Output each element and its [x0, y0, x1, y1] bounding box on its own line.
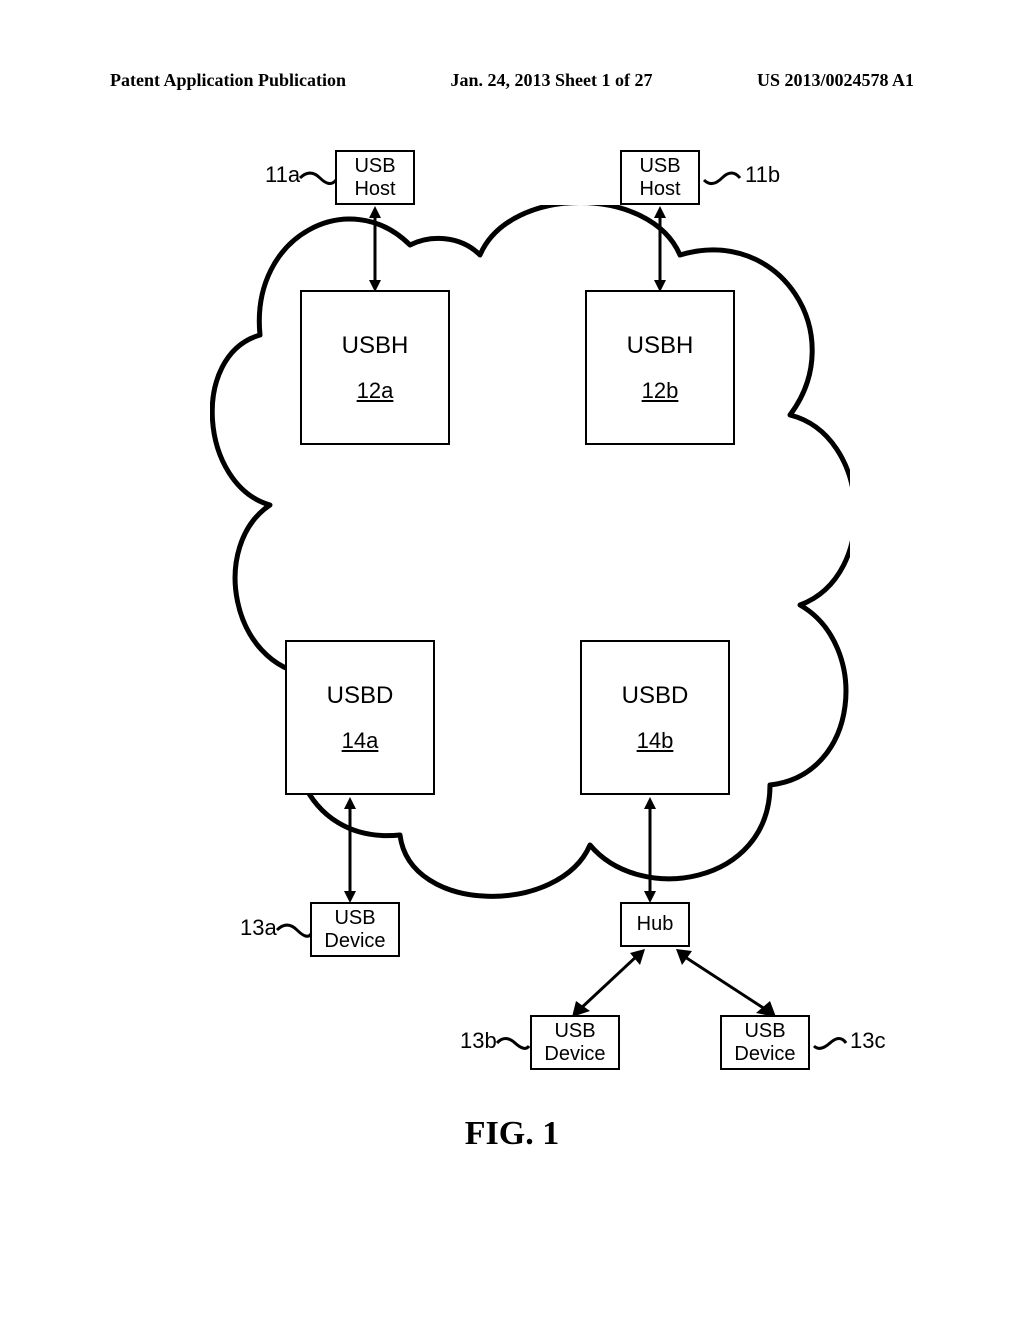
ref-13b-label: 13b	[460, 1028, 497, 1054]
ref-11a-label: 11a	[265, 162, 300, 188]
usb-device-a-line1: USB	[334, 907, 375, 930]
usbh-a-title: USBH	[342, 332, 409, 360]
usbd-a-ref: 14a	[342, 728, 379, 753]
ref-13a-label: 13a	[240, 915, 277, 941]
ref-11b-label: 11b	[745, 162, 780, 188]
usb-host-b-line2: Host	[639, 178, 680, 201]
usb-device-a-box: USB Device	[310, 902, 400, 957]
arrow-hub-device-b-icon	[560, 945, 660, 1025]
usbd-b-title: USBD	[622, 682, 689, 710]
usb-host-a-box: USB Host	[335, 150, 415, 205]
usb-host-b-line1: USB	[639, 155, 680, 178]
ref-11b-tail-icon	[702, 168, 742, 188]
usb-host-b-box: USB Host	[620, 150, 700, 205]
usbd-b-box: USBD 14b	[580, 640, 730, 795]
usbd-a-title: USBD	[327, 682, 394, 710]
hub-box: Hub	[620, 902, 690, 947]
usb-device-c-line2: Device	[734, 1043, 795, 1066]
usbh-b-ref: 12b	[642, 378, 679, 403]
figure-1-diagram: USB Host 11a USB Host 11b USBH 12a USBH …	[130, 150, 890, 1070]
usbh-a-ref: 12a	[357, 378, 394, 403]
usb-device-b-line1: USB	[554, 1020, 595, 1043]
header-left: Patent Application Publication	[110, 70, 346, 91]
arrow-usbd-b-hub-icon	[640, 795, 660, 905]
usbd-a-box: USBD 14a	[285, 640, 435, 795]
ref-13a-tail-icon	[275, 920, 313, 940]
ref-13c-tail-icon	[812, 1034, 848, 1052]
usbh-b-title: USBH	[627, 332, 694, 360]
usb-device-b-box: USB Device	[530, 1015, 620, 1070]
ref-13c-label: 13c	[850, 1028, 885, 1054]
ref-13b-tail-icon	[495, 1034, 531, 1052]
usbh-a-box: USBH 12a	[300, 290, 450, 445]
header-center: Jan. 24, 2013 Sheet 1 of 27	[451, 70, 653, 91]
arrow-usbd-a-device-a-icon	[340, 795, 360, 905]
usb-device-a-line2: Device	[324, 930, 385, 953]
usb-device-c-box: USB Device	[720, 1015, 810, 1070]
figure-label: FIG. 1	[0, 1115, 1024, 1153]
usb-device-c-line1: USB	[744, 1020, 785, 1043]
header-right: US 2013/0024578 A1	[757, 70, 914, 91]
usb-device-b-line2: Device	[544, 1043, 605, 1066]
usbd-b-ref: 14b	[637, 728, 674, 753]
usb-host-a-line1: USB	[354, 155, 395, 178]
arrow-hub-device-c-icon	[670, 945, 790, 1025]
hub-line1: Hub	[637, 913, 674, 936]
usb-host-a-line2: Host	[354, 178, 395, 201]
ref-11a-tail-icon	[298, 168, 338, 188]
arrow-host-a-usbh-a-icon	[365, 204, 385, 294]
arrow-host-b-usbh-b-icon	[650, 204, 670, 294]
usbh-b-box: USBH 12b	[585, 290, 735, 445]
